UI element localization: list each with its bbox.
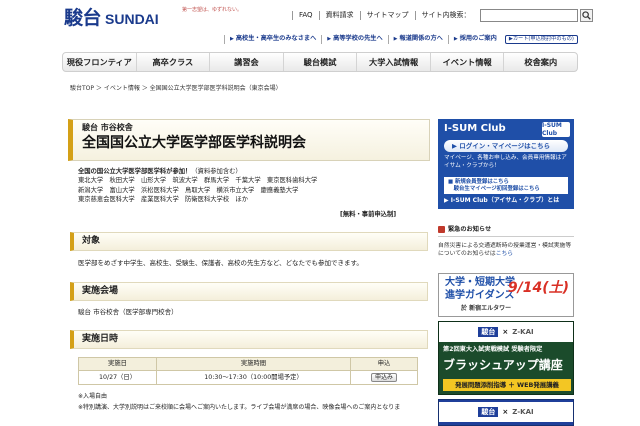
page-title: 全国国公立大学医学部医学科説明会	[82, 135, 306, 151]
table-header-row: 実施日 実施時間 申込	[78, 357, 418, 371]
banner-partner[interactable]: 駿台 × Z-KAI	[438, 399, 574, 426]
isum-about-link[interactable]: ▶ I-SUM Club（アイサム・クラブ）とは	[444, 197, 559, 205]
column-header: 申込	[350, 357, 418, 371]
nav-item-mock-exam[interactable]: 駿台模試	[284, 53, 358, 71]
sundai-logo: 駿台	[478, 326, 499, 338]
note-lecture-guide: ※特別講演、大学別説明はご来校順に会場へご案内いたします。ライブ会場が満席の場合…	[78, 404, 401, 411]
faq-link[interactable]: FAQ	[292, 11, 319, 20]
search-button[interactable]	[579, 9, 593, 22]
chevron-right-icon: ▶	[453, 36, 458, 43]
banner-guidance[interactable]: 大学・短期大学 進学ガイダンス 9/14(土) 於 新宿エルタワー	[438, 273, 574, 317]
audience-link-recruit[interactable]: ▶ 採用のご案内	[447, 35, 502, 44]
chevron-right-icon: ▶	[327, 36, 332, 43]
banner-guidance-venue: 於 新宿エルタワー	[461, 305, 512, 312]
intro-block: 全国の国公立大学医学部医学科が参加！（資料参加含む） 東北大学 秋田大学 山形大…	[78, 167, 418, 205]
schedule-time: 10:30～17:30（10:00開場予定）	[156, 370, 351, 385]
university-list-line: 東北大学 秋田大学 山形大学 筑波大学 群馬大学 千葉大学 東京医科歯科大学	[78, 177, 318, 185]
chevron-right-icon: ▶	[393, 36, 398, 43]
alert-icon	[438, 226, 445, 234]
breadcrumb[interactable]: 駿台TOP ＞ イベント情報 ＞ 全国国公立大学医学部医学科説明会（東京会場）	[70, 85, 282, 93]
cart-button[interactable]: ▶カート(申込検討中のもの)	[504, 35, 578, 44]
audience-link-students[interactable]: ▶ 高校生・高卒生のみなさまへ	[224, 35, 321, 44]
search-icon	[581, 11, 591, 20]
isum-logo: I-SUM Club	[542, 122, 570, 137]
chevron-right-icon: ▶	[452, 141, 460, 150]
new-member-link[interactable]: ■ 新規会員登録はこちら	[448, 179, 564, 186]
banner-guidance-line1: 大学・短期大学	[445, 277, 515, 288]
nav-item-frontier[interactable]: 現役フロンティア	[63, 53, 137, 71]
intro-lead: 全国の国公立大学医学部医学科が参加！	[78, 168, 192, 175]
column-header: 実施日	[78, 357, 157, 371]
column-header: 実施時間	[156, 357, 351, 371]
main-nav: 現役フロンティア 高卒クラス 講習会 駿台模試 大学入試情報 イベント情報 校舎…	[62, 52, 578, 72]
isum-description: マイページ、各種お申し込み、会員専用情報はアイサム・クラブから！	[444, 155, 567, 169]
banner-brushup-line2: ブラッシュアップ講座	[443, 358, 563, 372]
section-heading-venue: 実施会場	[70, 282, 428, 301]
apply-cell: 申込み	[350, 370, 418, 385]
section-body-target: 医学部をめざす中学生、高校生、受験生、保護者、高校の先生方など、どなたでも参加で…	[78, 259, 363, 267]
table-row: 10/27（日） 10:30～17:30（10:00開場予定） 申込み	[78, 370, 418, 385]
schedule-table: 実施日 実施時間 申込 10/27（日） 10:30～17:30（10:00開場…	[78, 357, 418, 385]
nav-item-graduate-class[interactable]: 高卒クラス	[137, 53, 211, 71]
brochure-request-link[interactable]: 資料請求	[318, 11, 360, 20]
logo-tagline: 第一志望は、ゆずれない。	[182, 7, 243, 13]
nav-item-events[interactable]: イベント情報	[431, 53, 505, 71]
university-list-line: 東京慈恵会医科大学 産業医科大学 防衛医科大学校 ほか	[78, 196, 249, 204]
isum-title: I-SUM Club	[444, 123, 506, 134]
sundai-logo: 駿台	[478, 406, 499, 418]
emergency-heading: 緊急のお知らせ	[438, 226, 574, 237]
student-mypage-link[interactable]: 駿台生マイページ初回登録はこちら	[448, 186, 564, 193]
top-links: FAQ 資料請求 サイトマップ サイト内検索：	[292, 9, 593, 22]
audience-link-press[interactable]: ▶ 報道関係の方へ	[387, 35, 448, 44]
banner-logos: 駿台 × Z-KAI	[439, 402, 573, 422]
sitemap-link[interactable]: サイトマップ	[359, 11, 415, 20]
banner-guidance-line2: 進学ガイダンス	[445, 290, 515, 301]
isum-login-button[interactable]: ▶ ログイン・マイページはこちら	[444, 140, 568, 152]
chevron-right-icon: ▶	[230, 36, 234, 43]
nav-item-campus-guide[interactable]: 校舎案内	[504, 53, 577, 71]
section-heading-target: 対象	[70, 232, 428, 251]
banner-brushup-line1: 第2回東大入試実戦模試 受験者限定	[443, 346, 543, 353]
intro-lead-note: （資料参加含む）	[191, 168, 242, 175]
section-body-venue: 駿台 市谷校舎（医学部専門校舎）	[78, 308, 178, 316]
zkai-logo: Z-KAI	[512, 407, 534, 416]
fee-note: [無料・事前申込制]	[340, 211, 397, 218]
nav-item-seasonal-course[interactable]: 講習会	[210, 53, 284, 71]
page-subtitle: 駿台 市谷校舎	[82, 123, 133, 132]
site-logo[interactable]: 駿台 SUNDAI 第一志望は、ゆずれない。	[64, 7, 242, 31]
emergency-more-link[interactable]: こちら	[496, 251, 513, 257]
section-heading-schedule: 実施日時	[70, 330, 428, 349]
zkai-logo: Z-KAI	[512, 327, 534, 336]
site-search-input[interactable]	[479, 9, 578, 22]
banner-brushup-line3: 発展問題添削指導 ＋ WEB発展講義	[443, 379, 571, 391]
site-search-label: サイト内検索：	[414, 11, 477, 20]
audience-links: ▶ 高校生・高卒生のみなさまへ ▶ 高等学校の先生へ ▶ 報道関係の方へ ▶ 採用のご案…	[224, 35, 578, 44]
logo-english: SUNDAI	[105, 11, 159, 27]
nav-item-admission-info[interactable]: 大学入試情報	[357, 53, 431, 71]
emergency-text: 自然災害による交通遮断時の授業運営・模試実施等についてのお知らせはこちら	[438, 242, 572, 258]
isum-registration-box: ■ 新規会員登録はこちら 駿台生マイページ初回登録はこちら	[444, 177, 568, 194]
logo-kanji: 駿台	[64, 7, 102, 29]
banner-brushup-course[interactable]: 駿台 × Z-KAI 第2回東大入試実戦模試 受験者限定 ブラッシュアップ講座 発展…	[438, 321, 574, 395]
schedule-date: 10/27（日）	[78, 370, 157, 385]
emergency-notice: 緊急のお知らせ 自然災害による交通遮断時の授業運営・模試実施等についてのお知らせ…	[438, 226, 574, 259]
apply-button[interactable]: 申込み	[370, 372, 397, 383]
audience-link-teachers[interactable]: ▶ 高等学校の先生へ	[321, 35, 387, 44]
isum-club-panel: I-SUM Club I-SUM Club ▶ ログイン・マイページはこちら マ…	[438, 119, 574, 209]
banner-logos: 駿台 × Z-KAI	[439, 322, 573, 342]
banner-guidance-date: 9/14(土)	[507, 280, 569, 296]
note-free-entry: ※入場自由	[78, 393, 108, 400]
page-title-box: 駿台 市谷校舎 全国国公立大学医学部医学科説明会	[68, 119, 430, 161]
university-list-line: 新潟大学 富山大学 浜松医科大学 鳥取大学 横浜市立大学 慶應義塾大学	[78, 186, 299, 194]
